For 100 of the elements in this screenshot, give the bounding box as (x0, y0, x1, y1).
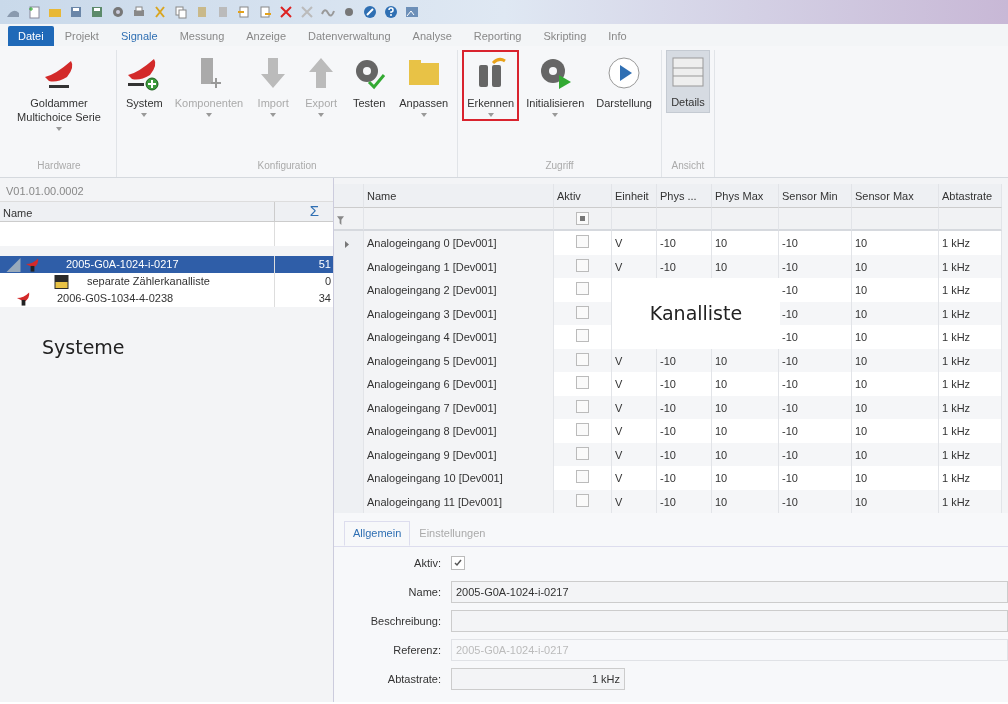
table-cell: 1 kHz (939, 466, 1002, 490)
column-header[interactable]: Name (364, 184, 554, 208)
active-checkbox[interactable] (576, 352, 589, 366)
table-cell: 10 (852, 395, 939, 419)
new-document-icon[interactable] (27, 5, 41, 19)
ribbon-button[interactable]: System (121, 50, 168, 121)
filter-cell[interactable] (852, 207, 939, 231)
table-cell: -10 (779, 325, 852, 349)
filter-checkbox[interactable] (576, 211, 589, 225)
caret-icon (270, 112, 277, 117)
ribbon-button[interactable]: Goldammer Multichoice Serie (6, 50, 112, 135)
column-header[interactable]: Abtastrate (939, 184, 1002, 208)
active-checkbox[interactable] (576, 235, 589, 248)
table-cell: 1 kHz (939, 301, 1002, 325)
ribbon-button[interactable]: Darstellung (591, 50, 657, 115)
active-checkbox[interactable] (576, 423, 589, 436)
filter-cell[interactable] (612, 207, 657, 231)
item-count: 34 (317, 291, 332, 307)
logo-icon (25, 257, 40, 272)
group-label: Zugriff (544, 159, 575, 173)
column-header[interactable]: Einheit (612, 184, 657, 208)
column-header[interactable]: Sensor Max (852, 184, 939, 208)
ribbon-button[interactable]: Testen (346, 50, 393, 115)
active-checkbox[interactable] (576, 258, 589, 272)
filter-cell[interactable] (657, 207, 712, 231)
channel-name-cell[interactable]: Analogeingang 9 [Dev001] (364, 442, 554, 466)
column-header[interactable]: Aktiv (554, 184, 612, 208)
table-cell: 10 (712, 489, 779, 513)
save-icon[interactable] (69, 5, 83, 19)
active-checkbox[interactable] (576, 376, 589, 389)
table-cell: -10 (657, 395, 712, 419)
column-header[interactable]: Sensor Min (779, 184, 852, 208)
channel-name-cell[interactable]: Analogeingang 5 [Dev001] (364, 348, 554, 372)
active-checkbox[interactable] (576, 329, 589, 342)
row-indicator-cell[interactable] (334, 231, 364, 255)
input-field[interactable] (451, 610, 1008, 632)
save-all-icon[interactable] (90, 5, 104, 19)
filter-icon[interactable] (337, 216, 344, 226)
paste-icon[interactable] (195, 5, 209, 19)
delete-all-icon[interactable] (300, 5, 314, 19)
tree-row[interactable]: separate Zählerkanalliste 0 (0, 273, 333, 290)
delete-icon[interactable] (279, 5, 293, 19)
field-label: Name: (407, 584, 442, 600)
ribbon-tab[interactable]: Signale (109, 26, 169, 46)
row-indicator-cell[interactable] (334, 489, 364, 513)
paste-icon[interactable] (216, 5, 230, 19)
expanded-arrow-icon[interactable] (6, 257, 21, 272)
channel-name-cell[interactable]: Analogeingang 11 [Dev001] (364, 489, 554, 513)
checkbox[interactable] (451, 556, 465, 570)
ribbon-button[interactable]: Anpassen (394, 50, 454, 121)
table-cell: 10 (712, 442, 779, 466)
table-cell: V (612, 466, 657, 490)
tree-row[interactable]: 2005-G0A-1024-i-0217 51 (0, 256, 333, 273)
active-checkbox[interactable] (576, 305, 589, 319)
channel-name-cell[interactable]: Analogeingang 2 [Dev001] (364, 278, 554, 302)
ribbon-button[interactable]: Erkennen (462, 50, 520, 121)
filter-cell[interactable] (712, 207, 779, 231)
channel-name-cell[interactable]: Analogeingang 3 [Dev001] (364, 301, 554, 325)
cut-icon[interactable] (153, 5, 167, 19)
input-field[interactable]: 2005-G0A-1024-i-0217 (451, 581, 1008, 603)
table-cell: -10 (657, 348, 712, 372)
channel-name-cell[interactable]: Analogeingang 1 [Dev001] (364, 254, 554, 278)
image-icon[interactable] (405, 5, 419, 19)
channel-name-cell[interactable]: Analogeingang 8 [Dev001] (364, 419, 554, 443)
tree-row[interactable]: 2006-G0S-1034-4-0238 34 (0, 290, 333, 307)
filter-cell[interactable] (939, 207, 1002, 231)
caret-icon (487, 112, 494, 117)
sum-column-header[interactable]: Σ (275, 202, 333, 221)
channel-name-cell[interactable]: Analogeingang 6 [Dev001] (364, 372, 554, 396)
play-icon (606, 55, 643, 91)
detail-tab[interactable]: Allgemein (344, 521, 411, 546)
filter-cell[interactable] (364, 207, 554, 231)
active-checkbox[interactable] (576, 470, 589, 483)
active-checkbox[interactable] (576, 493, 589, 507)
print-icon[interactable] (132, 5, 146, 19)
channel-name-cell[interactable]: Analogeingang 4 [Dev001] (364, 325, 554, 349)
table-cell: V (612, 395, 657, 419)
layout-rows-icon (669, 54, 706, 90)
caret-icon (420, 112, 427, 117)
active-checkbox[interactable] (576, 446, 589, 460)
table-cell: -10 (779, 278, 852, 302)
channel-name-cell[interactable]: Analogeingang 7 [Dev001] (364, 395, 554, 419)
column-header[interactable]: Phys Max (712, 184, 779, 208)
copy-icon[interactable] (174, 5, 188, 19)
ribbon-tab[interactable]: Datei (8, 26, 54, 46)
channel-name-cell[interactable]: Analogeingang 0 [Dev001] (364, 231, 554, 255)
ribbon-button[interactable]: Initialisieren (521, 50, 590, 121)
active-checkbox[interactable] (576, 282, 589, 295)
input-field[interactable]: 1 kHz (451, 668, 625, 690)
table-cell: -10 (657, 231, 712, 255)
active-checkbox[interactable] (576, 399, 589, 413)
column-header[interactable]: Name (0, 202, 275, 221)
channel-name-cell[interactable]: Analogeingang 10 [Dev001] (364, 466, 554, 490)
table-cell: 10 (712, 372, 779, 396)
table-cell: 1 kHz (939, 442, 1002, 466)
ribbon-button[interactable]: Details (665, 50, 710, 113)
filter-cell[interactable] (779, 207, 852, 231)
help-icon[interactable] (384, 5, 398, 19)
column-header[interactable]: Phys ... (657, 184, 712, 208)
table-cell: -10 (779, 348, 852, 372)
